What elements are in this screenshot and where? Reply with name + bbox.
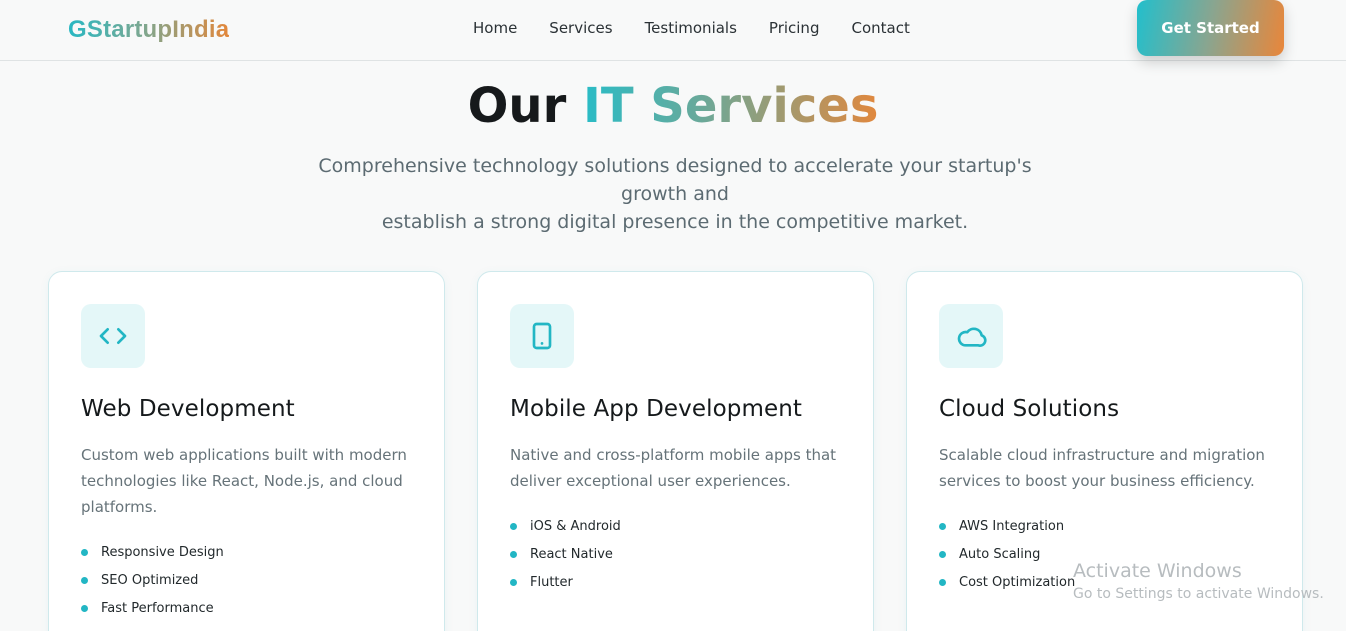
watermark-title: Activate Windows xyxy=(1073,560,1242,582)
feature-item: iOS & Android xyxy=(510,517,621,545)
card-description: Custom web applications built with moder… xyxy=(81,446,407,516)
feature-item: Flutter xyxy=(510,573,621,601)
feature-label: Fast Performance xyxy=(101,601,214,616)
service-card-mobile-app-development[interactable]: Mobile App Development Native and cross-… xyxy=(477,271,874,631)
subtitle-line-2: establish a strong digital presence in t… xyxy=(381,211,969,233)
card-description: Scalable cloud infrastructure and migrat… xyxy=(939,446,1265,490)
section-title-highlight: IT Services xyxy=(582,78,879,134)
card-title: Web Development xyxy=(81,396,295,422)
bullet-dot-icon xyxy=(81,605,88,612)
feature-label: AWS Integration xyxy=(959,519,1065,534)
feature-label: Auto Scaling xyxy=(959,547,1041,562)
nav-home[interactable]: Home xyxy=(473,19,517,37)
bullet-dot-icon xyxy=(939,551,946,558)
main-nav: Home Services Testimonials Pricing Conta… xyxy=(473,19,942,37)
bullet-dot-icon xyxy=(510,551,517,558)
bullet-dot-icon xyxy=(939,523,946,530)
feature-item: SEO Optimized xyxy=(81,571,224,599)
bullet-dot-icon xyxy=(510,523,517,530)
feature-item: Cost Optimization xyxy=(939,573,1075,601)
feature-item: AWS Integration xyxy=(939,517,1075,545)
feature-list: AWS Integration Auto Scaling Cost Optimi… xyxy=(939,517,1075,601)
bullet-dot-icon xyxy=(81,577,88,584)
code-icon xyxy=(81,304,145,368)
bullet-dot-icon xyxy=(939,579,946,586)
activate-windows-watermark: Activate Windows Go to Settings to activ… xyxy=(1073,560,1324,602)
card-description: Native and cross-platform mobile apps th… xyxy=(510,446,837,490)
feature-item: Fast Performance xyxy=(81,599,224,627)
bullet-dot-icon xyxy=(510,579,517,586)
tablet-icon xyxy=(510,304,574,368)
bullet-dot-icon xyxy=(81,549,88,556)
site-header: GStartupIndia Home Services Testimonials… xyxy=(0,0,1346,61)
nav-testimonials[interactable]: Testimonials xyxy=(645,19,737,37)
feature-item: Auto Scaling xyxy=(939,545,1075,573)
brand-logo[interactable]: GStartupIndia xyxy=(68,16,229,44)
service-card-web-development[interactable]: Web Development Custom web applications … xyxy=(48,271,445,631)
card-title: Mobile App Development xyxy=(510,396,803,422)
feature-item: Responsive Design xyxy=(81,543,224,571)
section-subtitle: Comprehensive technology solutions desig… xyxy=(283,152,1067,236)
subtitle-line-1: Comprehensive technology solutions desig… xyxy=(318,155,1032,205)
get-started-button[interactable]: Get Started xyxy=(1137,0,1284,56)
feature-label: React Native xyxy=(530,547,613,562)
feature-label: Cost Optimization xyxy=(959,575,1076,590)
card-title: Cloud Solutions xyxy=(939,396,1120,422)
watermark-subtitle: Go to Settings to activate Windows. xyxy=(1073,586,1324,602)
feature-list: Responsive Design SEO Optimized Fast Per… xyxy=(81,543,224,627)
feature-label: Responsive Design xyxy=(101,545,224,560)
section-title-prefix: Our xyxy=(467,78,567,134)
cloud-icon xyxy=(939,304,1003,368)
feature-list: iOS & Android React Native Flutter xyxy=(510,517,621,601)
feature-label: Flutter xyxy=(530,575,573,590)
feature-item: React Native xyxy=(510,545,621,573)
feature-label: SEO Optimized xyxy=(101,573,199,588)
section-title: Our IT Services xyxy=(0,78,1346,134)
nav-contact[interactable]: Contact xyxy=(851,19,909,37)
nav-pricing[interactable]: Pricing xyxy=(769,19,820,37)
nav-services[interactable]: Services xyxy=(549,19,612,37)
feature-label: iOS & Android xyxy=(530,519,621,534)
